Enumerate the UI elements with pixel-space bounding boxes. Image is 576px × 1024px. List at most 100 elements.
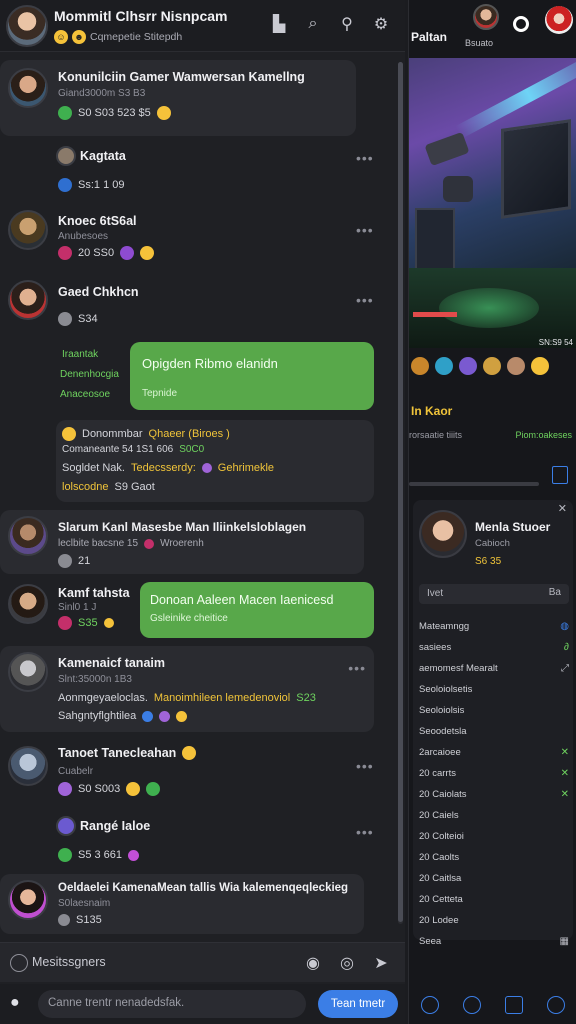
avatar[interactable] <box>8 516 48 556</box>
check-reaction-icon[interactable] <box>146 782 161 796</box>
more-options-icon[interactable]: ••• <box>356 292 405 308</box>
avatar[interactable] <box>473 4 499 30</box>
avatar[interactable] <box>8 746 48 786</box>
gear-reaction-icon[interactable] <box>58 554 72 568</box>
smile-reaction-icon[interactable] <box>182 746 197 760</box>
more-options-icon[interactable]: ••• <box>356 824 405 840</box>
list-item[interactable]: Seea ▦ <box>419 931 569 952</box>
smile-reaction-icon[interactable] <box>126 782 141 796</box>
send-arrow-icon[interactable]: ➤ <box>371 953 391 973</box>
pin-icon[interactable]: ▙ <box>269 14 289 34</box>
list-item[interactable]: Mateamngg ◍ <box>419 616 569 637</box>
check-reaction-icon[interactable] <box>58 848 72 862</box>
trophy-icon[interactable] <box>411 357 429 375</box>
message-author[interactable]: Kagtata <box>80 149 126 163</box>
shield-reaction-icon[interactable] <box>142 710 154 722</box>
list-item[interactable]: aemomesf Mearalt ⤢ <box>419 658 569 679</box>
emoji-picker-icon[interactable] <box>10 954 28 972</box>
close-icon[interactable]: ✕ <box>558 502 567 515</box>
location-icon[interactable]: ⚲ <box>337 14 357 34</box>
message-composer[interactable]: Mesitssgners ◉ ◎ ➤ <box>0 942 405 982</box>
message-card[interactable]: Oeldaelei KamenaMean tallis Wia kalemenq… <box>0 874 364 934</box>
help-icon[interactable] <box>547 996 565 1014</box>
compass-icon[interactable] <box>435 357 453 375</box>
avatar[interactable] <box>8 880 48 920</box>
scroll-thumb[interactable] <box>398 62 403 922</box>
smile-reaction-icon[interactable] <box>140 246 155 260</box>
avatar[interactable] <box>8 280 48 320</box>
home-icon[interactable] <box>463 996 481 1014</box>
list-item[interactable]: 20 Lodee <box>419 910 569 931</box>
more-options-icon[interactable]: ••• <box>348 660 366 676</box>
drop-icon[interactable]: ● <box>10 994 20 1012</box>
bottom-input[interactable]: Canne trentr nenadedsfak. <box>38 990 306 1018</box>
channel-avatar[interactable] <box>6 5 48 47</box>
message-author[interactable]: Knoec 6tS6al <box>58 214 137 228</box>
message-author[interactable]: Oeldaelei KamenaMean tallis Wia kalemenq… <box>58 882 348 894</box>
avatar[interactable] <box>8 584 48 624</box>
composer-input[interactable]: Mesitssgners <box>32 955 106 969</box>
settings-icon[interactable]: ⚙ <box>371 14 391 34</box>
avatar[interactable] <box>8 652 48 692</box>
avatar[interactable] <box>56 816 76 836</box>
send-button[interactable]: Tean tmetr <box>318 990 398 1018</box>
list-item[interactable]: Seoloiolsis <box>419 700 569 721</box>
chat-scrollbar[interactable] <box>398 62 403 924</box>
message-author[interactable]: Kamf tahsta <box>58 586 130 600</box>
list-item[interactable]: 20 Caiels <box>419 805 569 826</box>
list-item[interactable]: 2arcaioee ✕ <box>419 742 569 763</box>
avatar[interactable] <box>8 210 48 250</box>
message-author[interactable]: Konunilciin Gamer Wamwersan Kamellng <box>58 70 305 84</box>
smile-reaction-icon[interactable] <box>156 106 171 120</box>
message-card[interactable]: Slarum Kanl Masesbe Man Iliinkelsloblage… <box>0 510 364 574</box>
purple-reaction-icon[interactable] <box>120 246 135 260</box>
search-icon[interactable]: ⌕ <box>303 14 323 34</box>
list-item[interactable]: 20 Caolts <box>419 847 569 868</box>
smile-icon[interactable] <box>531 357 549 375</box>
heart-reaction-icon[interactable] <box>144 538 155 549</box>
flower-reaction-icon[interactable] <box>128 849 140 861</box>
sticker-icon[interactable]: ◎ <box>337 953 357 973</box>
profile-search[interactable]: Ivet Ba <box>419 584 569 604</box>
message-bubble[interactable]: Opigden Ribmo elanidn Tepnide <box>130 342 374 410</box>
inbox-icon[interactable] <box>505 996 523 1014</box>
message-bubble[interactable]: Donoan Aaleen Macen Iaenicesd Gsleinike … <box>140 582 374 638</box>
avatar-icon[interactable] <box>507 357 525 375</box>
list-item[interactable]: Seoloiolsetis <box>419 679 569 700</box>
star-reaction-icon[interactable] <box>103 618 114 628</box>
gif-icon[interactable]: ◉ <box>303 953 323 973</box>
heart-reaction-icon[interactable] <box>58 246 72 260</box>
message-card[interactable]: Kamenaicf tanaim Slnt:35000n 1B3 ••• Aon… <box>0 646 374 732</box>
heart-reaction-icon[interactable] <box>58 616 72 630</box>
gem-icon[interactable] <box>459 357 477 375</box>
list-item[interactable]: sasiees ∂ <box>419 637 569 658</box>
message-author[interactable]: Tanoet Tanecleahan <box>58 746 176 760</box>
message-author[interactable]: Rangé Ialoe <box>80 819 150 833</box>
clock-icon[interactable] <box>421 996 439 1014</box>
message-author[interactable]: Gaed Chkhcn <box>58 285 139 299</box>
status-ring-icon[interactable] <box>513 16 529 32</box>
avatar[interactable] <box>419 510 467 558</box>
section-link[interactable]: Piom:oakeses <box>515 430 572 440</box>
phone-icon[interactable] <box>552 466 568 484</box>
gem-reaction-icon[interactable] <box>159 710 171 722</box>
gem-reaction-icon[interactable] <box>58 782 72 796</box>
gear-reaction-icon[interactable] <box>58 312 72 326</box>
system-card[interactable]: Donommbar Qhaeer (Biroes ) Comaneante 54… <box>56 420 374 502</box>
avatar-icon[interactable] <box>483 357 501 375</box>
list-item[interactable]: Seoodetsla <box>419 721 569 742</box>
smile-reaction-icon[interactable] <box>176 710 188 722</box>
more-options-icon[interactable]: ••• <box>356 758 405 774</box>
avatar[interactable] <box>545 6 573 34</box>
list-item[interactable]: 20 Caiolats ✕ <box>419 784 569 805</box>
message-author[interactable]: Slarum Kanl Masesbe Man Iliinkelsloblage… <box>58 520 306 534</box>
message-card[interactable]: Konunilciin Gamer Wamwersan Kamellng Gia… <box>0 60 356 136</box>
list-item[interactable]: 20 Caitlsa <box>419 868 569 889</box>
compass-reaction-icon[interactable] <box>58 178 72 192</box>
list-item[interactable]: 20 carrts ✕ <box>419 763 569 784</box>
game-stream-preview[interactable]: SN:S9 54 <box>409 58 576 348</box>
avatar[interactable] <box>56 146 76 166</box>
message-author[interactable]: Kamenaicf tanaim <box>58 656 165 670</box>
more-options-icon[interactable]: ••• <box>356 150 405 166</box>
list-item[interactable]: 20 Cetteta <box>419 889 569 910</box>
